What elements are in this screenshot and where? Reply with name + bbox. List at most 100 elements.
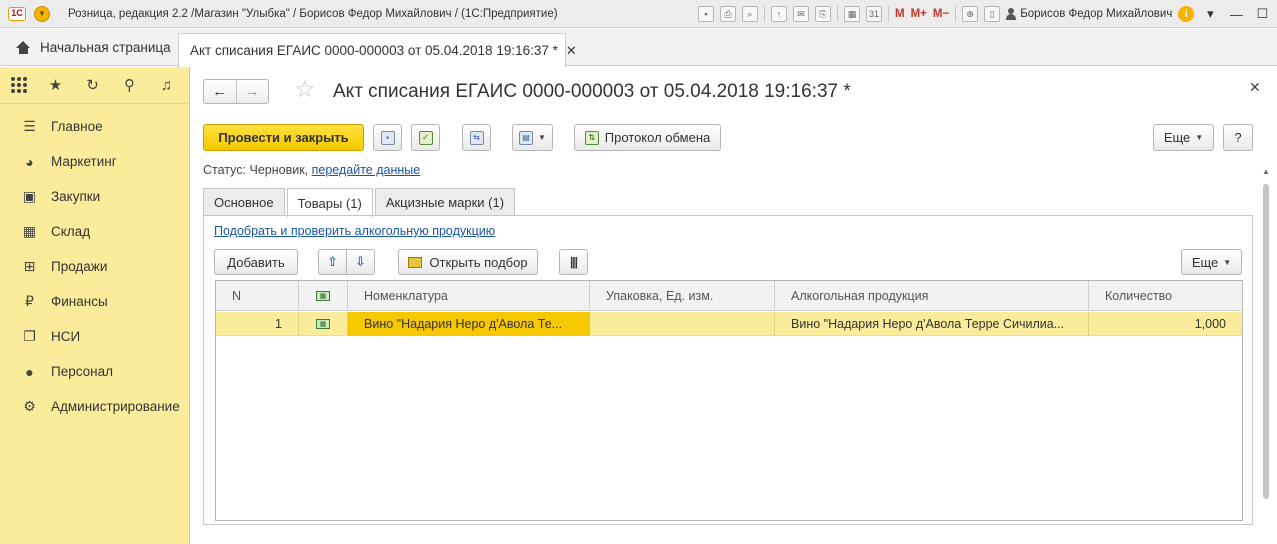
- memory-mminus-button[interactable]: M−: [933, 8, 949, 20]
- column-header-n[interactable]: N: [216, 281, 299, 311]
- post-button[interactable]: ✓: [411, 124, 440, 151]
- sidebar-item-purchases[interactable]: ▣ Закупки: [0, 179, 189, 214]
- more-actions-label: Еще: [1163, 130, 1191, 145]
- goods-table: N ▦ Номенклатура Упаковка, Ед. изм. Алко…: [215, 280, 1243, 521]
- more-actions-button[interactable]: Еще ▼: [1153, 124, 1214, 151]
- sidebar-list: ☰ Главное ◕ Маркетинг ▣ Закупки ▦ Склад …: [0, 104, 189, 424]
- favorite-star-icon[interactable]: ☆: [294, 78, 316, 102]
- tab-main[interactable]: Основное: [203, 188, 285, 215]
- sidebar-item-label: Склад: [51, 224, 91, 239]
- sidebar-item-marketing[interactable]: ◕ Маркетинг: [0, 144, 189, 179]
- attach-icon[interactable]: ⎘: [815, 6, 831, 22]
- form-scrollbar[interactable]: ▲: [1260, 167, 1272, 542]
- memory-m-button[interactable]: M: [895, 8, 905, 20]
- zoom-icon[interactable]: ⊕: [962, 6, 979, 22]
- save-icon[interactable]: ▪: [698, 6, 714, 22]
- search-icon[interactable]: ⚲: [111, 67, 148, 104]
- excise-stamp-icon: ▦: [316, 291, 330, 301]
- navigation-arrows: ← →: [203, 79, 269, 104]
- calculator-icon[interactable]: ▦: [844, 6, 860, 22]
- pick-alcohol-link[interactable]: Подобрать и проверить алкогольную продук…: [214, 224, 495, 238]
- user-icon: [1006, 8, 1017, 20]
- tab-goods[interactable]: Товары (1): [286, 188, 373, 217]
- scroll-up-icon[interactable]: ▲: [1262, 167, 1270, 176]
- exchange-log-button[interactable]: ⇅ Протокол обмена: [574, 124, 721, 151]
- tab-home-label: Начальная страница: [40, 40, 171, 55]
- mail-icon[interactable]: ✉: [793, 6, 809, 22]
- cell-stamp[interactable]: ▦: [299, 312, 348, 336]
- back-arrow-icon[interactable]: ←: [204, 80, 236, 103]
- main-menu-button[interactable]: ▼: [34, 5, 50, 22]
- cell-nomenclature[interactable]: Вино "Надария Неро д'Авола Те...: [348, 312, 590, 336]
- form-tabs: Основное Товары (1) Акцизные марки (1): [203, 188, 517, 217]
- sidebar-item-personnel[interactable]: ● Персонал: [0, 354, 189, 389]
- tab-document[interactable]: Акт списания ЕГАИС 0000-000003 от 05.04.…: [178, 33, 577, 67]
- history-icon[interactable]: ↻: [74, 67, 111, 104]
- transfer-data-link[interactable]: передайте данные: [312, 163, 421, 177]
- sidebar-item-administration[interactable]: ⚙ Администрирование: [0, 389, 189, 424]
- panels-icon[interactable]: ▯: [984, 6, 1001, 22]
- maximize-button[interactable]: ☐: [1252, 6, 1272, 22]
- print-button[interactable]: ▤ ▼: [512, 124, 553, 151]
- exchange-log-label: Протокол обмена: [604, 130, 711, 145]
- forward-arrow-icon[interactable]: →: [235, 80, 269, 103]
- sidebar-item-sales[interactable]: ⊞ Продажи: [0, 249, 189, 284]
- print-report-icon: ▤: [519, 130, 534, 145]
- cell-package[interactable]: [590, 312, 775, 336]
- info-icon[interactable]: i: [1178, 6, 1195, 22]
- dropdown-icon[interactable]: ▾: [1200, 6, 1220, 22]
- cart-icon: ▣: [22, 188, 37, 204]
- ruble-icon: ₽: [25, 293, 34, 309]
- current-user[interactable]: Борисов Федор Михайлович: [1006, 8, 1172, 20]
- floppy-icon: ▪: [380, 130, 395, 145]
- print-icon[interactable]: ⎙: [720, 6, 736, 22]
- notifications-bell-icon[interactable]: ♫: [148, 67, 185, 104]
- column-header-package[interactable]: Упаковка, Ед. изм.: [590, 281, 775, 311]
- basket-icon: ⊞: [23, 258, 36, 274]
- cell-alcohol[interactable]: Вино "Надария Неро д'Авола Терре Сичилиа…: [775, 312, 1089, 336]
- column-header-stamp[interactable]: ▦: [299, 281, 348, 311]
- person-icon: ●: [25, 363, 34, 380]
- sidebar-item-label: Персонал: [51, 364, 113, 379]
- tab-home-page[interactable]: Начальная страница: [0, 29, 177, 66]
- table-row[interactable]: 1 ▦ Вино "Надария Неро д'Авола Те... Вин…: [216, 312, 1242, 336]
- gear-icon: ⚙: [23, 398, 36, 414]
- column-header-quantity[interactable]: Количество: [1089, 281, 1242, 311]
- scroll-thumb[interactable]: [1263, 184, 1269, 499]
- search-doc-icon[interactable]: ⌕: [742, 6, 758, 22]
- window-titlebar: 1С ▼ Розница, редакция 2.2 /Магазин "Улы…: [0, 0, 1277, 28]
- tab-excise-stamps[interactable]: Акцизные марки (1): [374, 188, 516, 215]
- scan-barcode-button[interactable]: |||: [559, 249, 588, 275]
- cell-quantity[interactable]: 1,000: [1089, 312, 1242, 336]
- arrow-up-icon: ⇧: [327, 254, 338, 269]
- table-header: N ▦ Номенклатура Упаковка, Ед. изм. Алко…: [216, 281, 1242, 311]
- open-selection-button[interactable]: Открыть подбор: [398, 249, 538, 275]
- column-header-nomenclature[interactable]: Номенклатура: [348, 281, 590, 311]
- favorites-star-icon[interactable]: ★: [37, 67, 74, 104]
- move-up-button[interactable]: ⇧: [318, 249, 347, 275]
- sidebar-item-finance[interactable]: ₽ Финансы: [0, 284, 189, 319]
- related-docs-button[interactable]: ⇆: [462, 124, 491, 151]
- save-button[interactable]: ▪: [373, 124, 402, 151]
- sidebar-item-nsi[interactable]: ❐ НСИ: [0, 319, 189, 354]
- sidebar-item-label: Финансы: [51, 294, 108, 309]
- cell-n[interactable]: 1: [216, 312, 299, 336]
- add-row-button[interactable]: Добавить: [214, 249, 298, 275]
- close-tab-icon[interactable]: ✕: [566, 43, 577, 59]
- sidebar-item-main[interactable]: ☰ Главное: [0, 109, 189, 144]
- all-functions-icon[interactable]: [0, 67, 37, 104]
- help-button[interactable]: ?: [1223, 124, 1253, 151]
- memory-mplus-button[interactable]: M+: [911, 8, 927, 20]
- calendar-icon[interactable]: 31: [866, 6, 882, 22]
- table-more-button[interactable]: Еще ▼: [1181, 249, 1242, 275]
- warehouse-icon: ▦: [22, 223, 37, 239]
- status-label: Статус:: [203, 163, 246, 177]
- upload-icon[interactable]: ↑: [771, 6, 787, 22]
- excise-stamp-icon: ▦: [316, 319, 330, 329]
- move-down-button[interactable]: ⇩: [346, 249, 375, 275]
- minimize-button[interactable]: —: [1226, 7, 1246, 22]
- column-header-alcohol[interactable]: Алкогольная продукция: [775, 281, 1089, 311]
- post-and-close-button[interactable]: Провести и закрыть: [203, 124, 364, 151]
- sidebar-item-warehouse[interactable]: ▦ Склад: [0, 214, 189, 249]
- close-form-icon[interactable]: ✕: [1249, 79, 1261, 96]
